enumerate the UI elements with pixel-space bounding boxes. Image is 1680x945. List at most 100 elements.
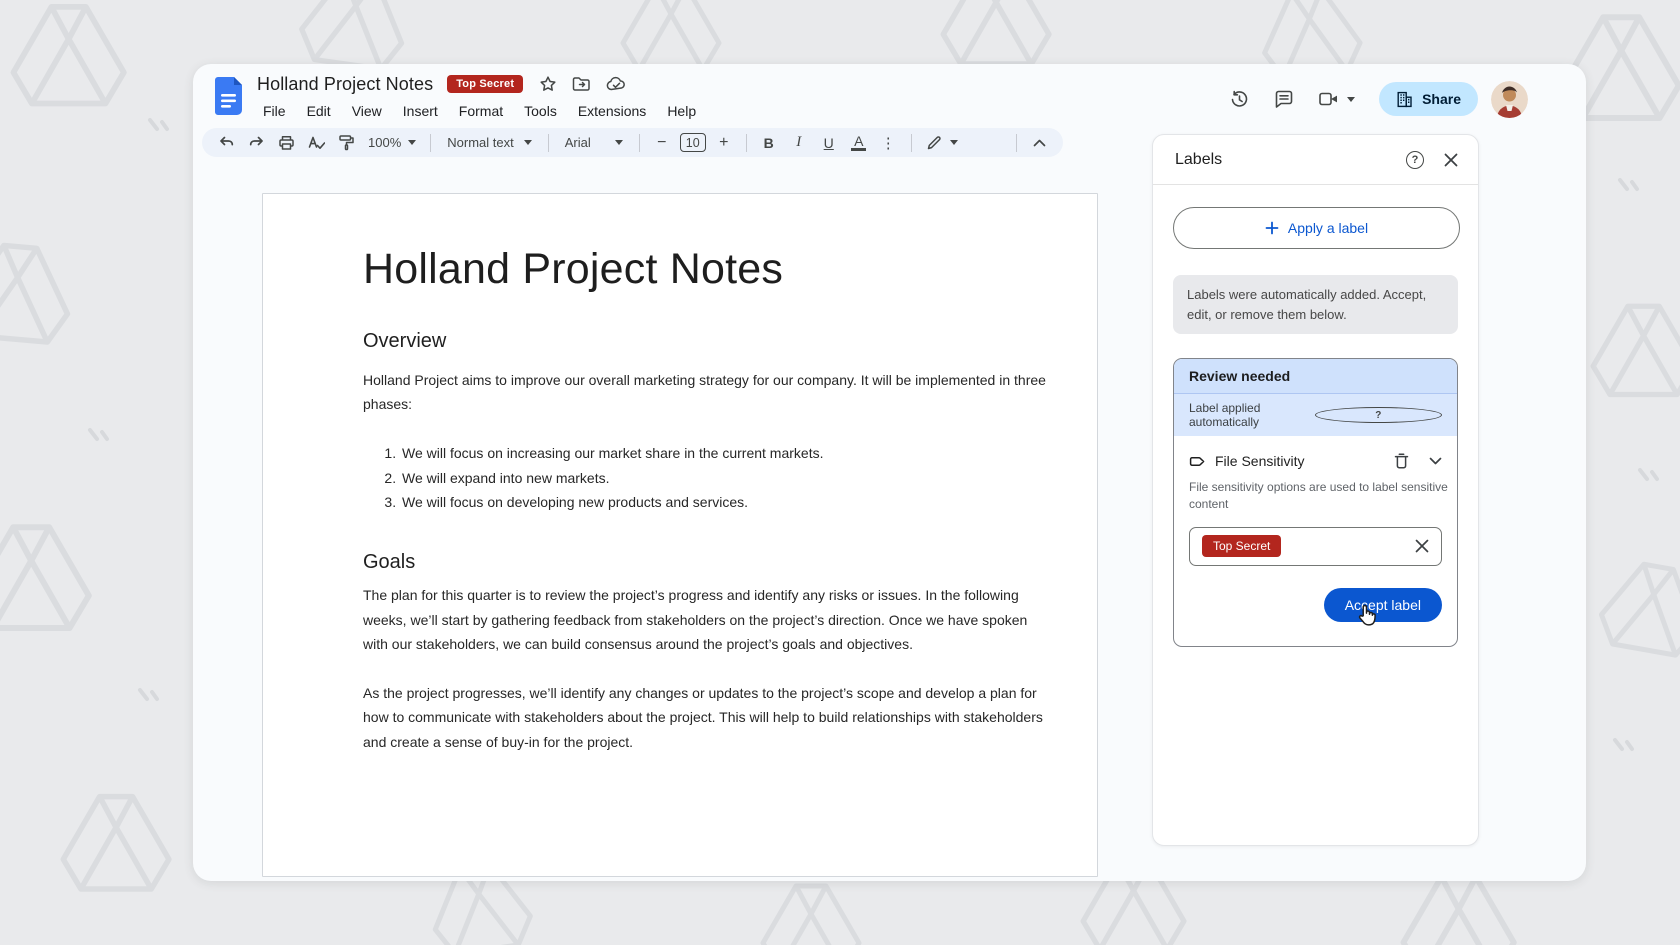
google-docs-logo-icon[interactable] (215, 77, 242, 115)
chevron-down-icon[interactable] (1429, 457, 1442, 465)
decrease-font-size-button[interactable]: − (650, 131, 674, 155)
labels-panel-title: Labels (1175, 151, 1406, 169)
print-button[interactable] (274, 131, 298, 155)
plus-icon (1265, 221, 1279, 235)
menu-view[interactable]: View (346, 101, 388, 121)
list-item: We will expand into new markets. (400, 466, 1053, 491)
pen-icon (926, 135, 942, 151)
text-color-icon: A (851, 134, 866, 152)
chevron-down-icon (1347, 97, 1355, 102)
share-restricted-icon (1396, 91, 1413, 108)
zoom-value: 100% (368, 135, 401, 150)
paragraph-style-select[interactable]: Normal text (441, 131, 537, 155)
doc-title[interactable]: Holland Project Notes (257, 74, 433, 95)
labels-panel-header: Labels ? (1153, 135, 1478, 185)
bold-icon: B (758, 135, 780, 151)
text-color-button[interactable]: A (847, 131, 871, 155)
chevron-down-icon (524, 140, 532, 145)
zoom-select[interactable]: 100% (364, 131, 420, 155)
meet-presenting-control[interactable] (1318, 90, 1355, 108)
spellcheck-icon (307, 135, 325, 151)
accept-row: Accept label (1189, 588, 1442, 622)
video-call-icon (1318, 90, 1340, 108)
menu-insert[interactable]: Insert (397, 101, 444, 121)
apply-label-button[interactable]: Apply a label (1173, 207, 1460, 249)
phases-list: We will focus on increasing our market s… (363, 441, 1053, 516)
label-status-bar: Label applied automatically ? (1174, 394, 1457, 436)
auto-labels-notice: Labels were automatically added. Accept,… (1173, 275, 1458, 334)
label-value-input[interactable]: Top Secret (1189, 527, 1442, 566)
style-value: Normal text (447, 135, 513, 150)
share-button[interactable]: Share (1379, 82, 1478, 116)
version-history-icon[interactable] (1229, 89, 1250, 110)
mouse-cursor-pointer (1356, 604, 1380, 630)
file-sensitivity-label: File Sensitivity (1215, 453, 1384, 469)
font-size-input[interactable]: 10 (680, 133, 706, 152)
menu-help[interactable]: Help (661, 101, 702, 121)
redo-button[interactable] (244, 131, 268, 155)
star-icon[interactable] (539, 75, 557, 93)
review-card-header: Review needed (1174, 359, 1457, 394)
accept-label-button[interactable]: Accept label (1324, 588, 1442, 622)
menu-bar: File Edit View Insert Format Tools Exten… (257, 101, 702, 121)
account-avatar[interactable] (1491, 81, 1528, 118)
paint-format-button[interactable] (334, 131, 358, 155)
redo-icon (248, 135, 265, 151)
header-text-block: Holland Project Notes Top Secret (257, 70, 702, 121)
clear-value-icon[interactable] (1415, 539, 1429, 553)
increase-font-size-button[interactable]: + (712, 131, 736, 155)
hide-menus-button[interactable] (1027, 131, 1051, 155)
file-sensitivity-row: File Sensitivity (1189, 452, 1442, 470)
undo-button[interactable] (214, 131, 238, 155)
document-page[interactable]: Holland Project Notes Overview Holland P… (262, 193, 1098, 877)
chevron-down-icon (950, 140, 958, 145)
toolbar-divider (1016, 134, 1017, 152)
move-folder-icon[interactable] (572, 75, 591, 93)
overview-paragraph: Holland Project aims to improve our over… (363, 368, 1053, 417)
label-tag-icon (1189, 453, 1206, 470)
review-card-body: File Sensitivity File sensitivity option… (1174, 436, 1457, 646)
list-item: We will focus on developing new products… (400, 490, 1053, 515)
review-needed-card: Review needed Label applied automaticall… (1173, 358, 1458, 647)
help-icon[interactable]: ? (1406, 151, 1424, 169)
toolbar-divider (548, 134, 549, 152)
file-sensitivity-description: File sensitivity options are used to lab… (1189, 479, 1458, 514)
app-header: Holland Project Notes Top Secret (193, 64, 1586, 128)
goals-paragraph-2: As the project progresses, we’ll identif… (363, 681, 1053, 755)
italic-button[interactable]: I (787, 131, 811, 155)
close-icon[interactable] (1444, 153, 1458, 167)
font-family-select[interactable]: Arial (559, 131, 629, 155)
list-item: We will focus on increasing our market s… (400, 441, 1053, 466)
print-icon (278, 135, 295, 151)
chevron-up-icon (1033, 139, 1046, 147)
menu-file[interactable]: File (257, 101, 292, 121)
font-value: Arial (565, 135, 591, 150)
label-status-text: Label applied automatically (1189, 401, 1315, 429)
delete-label-icon[interactable] (1393, 452, 1410, 470)
cloud-saved-icon[interactable] (606, 75, 627, 93)
underline-button[interactable]: U (817, 131, 841, 155)
menu-tools[interactable]: Tools (518, 101, 563, 121)
document-body: Holland Project Notes Overview Holland P… (363, 244, 1053, 754)
bold-button[interactable]: B (757, 131, 781, 155)
top-secret-chip: Top Secret (1202, 535, 1281, 557)
labels-panel: Labels ? Apply a label Labels were autom… (1152, 134, 1479, 846)
formatting-toolbar: 100% Normal text Arial − 10 + B I U A ⋮ (202, 128, 1063, 157)
menu-edit[interactable]: Edit (301, 101, 337, 121)
comments-icon[interactable] (1274, 89, 1294, 109)
toolbar-divider (746, 134, 747, 152)
help-icon[interactable]: ? (1315, 407, 1443, 423)
chevron-down-icon (408, 140, 416, 145)
editing-mode-select[interactable] (922, 131, 962, 155)
underline-icon: U (818, 135, 840, 151)
undo-icon (218, 135, 235, 151)
spellcheck-button[interactable] (304, 131, 328, 155)
toolbar-divider (639, 134, 640, 152)
toolbar-divider (911, 134, 912, 152)
more-formatting-button[interactable]: ⋮ (877, 131, 901, 155)
goals-heading: Goals (363, 551, 1053, 574)
doc-label-badge: Top Secret (447, 75, 523, 93)
header-actions: Share (1229, 82, 1478, 116)
menu-extensions[interactable]: Extensions (572, 101, 652, 121)
menu-format[interactable]: Format (453, 101, 509, 121)
